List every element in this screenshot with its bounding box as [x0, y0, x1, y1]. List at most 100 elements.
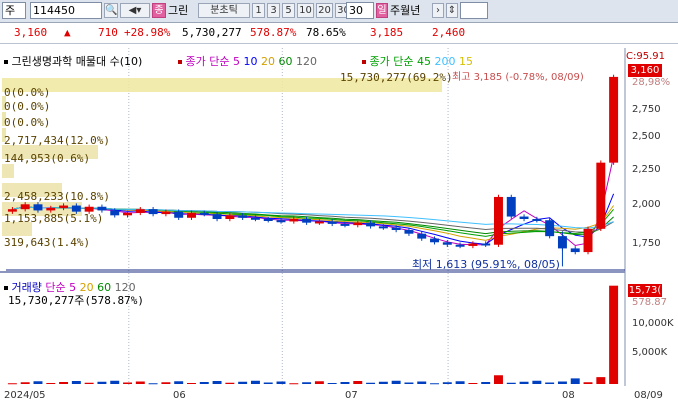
candle-body — [468, 243, 478, 246]
period-day-tag[interactable]: 일 — [376, 3, 388, 18]
volume-pct: 578.87% — [250, 26, 297, 39]
candle-body — [71, 205, 81, 212]
date-tick: 06 — [173, 390, 186, 401]
chart-toolbar: 주 114450 🔍 ◀▾ 종 그린 분초틱 1 3 5 10 20 30 30… — [0, 0, 678, 23]
candle-body — [20, 204, 30, 210]
profile-bar — [2, 164, 14, 178]
candle-body — [532, 219, 542, 221]
profile-label: 2,458,233(10.8%) — [4, 190, 110, 203]
period-options[interactable]: 주월년 — [390, 3, 420, 18]
volume-bar — [289, 383, 299, 385]
volume-bar — [97, 381, 107, 384]
volume-bar — [596, 377, 606, 384]
volume-bar — [46, 383, 56, 384]
date-tick: 2024/05 — [4, 390, 46, 401]
candle-body — [417, 233, 427, 239]
volume-bar — [391, 380, 401, 384]
speaker-icon[interactable]: ◀▾ — [120, 3, 150, 18]
price-tick: 2,750 — [632, 104, 661, 115]
interval-1[interactable]: 1 — [252, 3, 265, 18]
candle-body — [289, 219, 299, 222]
candle-body — [481, 243, 491, 246]
candle-body — [545, 220, 555, 237]
volume-bar — [519, 381, 529, 384]
turnover-pct: 78.65% — [306, 26, 346, 39]
volume-bar — [468, 383, 478, 384]
price-top-tick: 28,98% — [632, 77, 671, 88]
profile-label: 1,153,885(5.1%) — [4, 212, 104, 225]
legend-marker-icon — [4, 286, 8, 290]
candle-body — [404, 230, 414, 234]
interval-menu[interactable]: 분초틱 — [198, 3, 250, 18]
chevron-right-icon[interactable]: › — [432, 3, 444, 18]
candle-body — [187, 212, 196, 218]
interval-20[interactable]: 20 — [316, 3, 333, 18]
profile-label: 144,953(0.6%) — [4, 152, 91, 165]
count-input[interactable] — [460, 2, 488, 19]
profile-label: 0(0.0%) — [4, 100, 51, 113]
updown-arrow-icon[interactable]: ⇕ — [446, 3, 458, 18]
candle-body — [135, 209, 145, 213]
volume-bar — [314, 381, 324, 384]
price-change: 710 — [98, 26, 118, 39]
volume-bar — [378, 381, 388, 384]
candle-body — [327, 221, 337, 224]
volume-bar — [570, 378, 580, 384]
profile-label: 319,643(1.4%) — [4, 236, 91, 249]
candle-body — [366, 222, 376, 227]
volume-bar — [84, 382, 94, 384]
candle-body — [33, 204, 43, 211]
candle-body — [494, 196, 503, 245]
search-icon[interactable]: 🔍 — [104, 3, 118, 18]
profile-label: 0(0.0%) — [4, 86, 51, 99]
volume-bar — [199, 382, 209, 384]
code-input[interactable]: 114450 — [30, 2, 102, 19]
candle-body — [148, 209, 158, 215]
volume-bar — [238, 381, 248, 384]
volume-bar — [327, 383, 337, 384]
volume-bar — [353, 381, 363, 384]
price-change-pct: +28.98% — [124, 26, 171, 39]
candle-body — [110, 210, 120, 216]
volume-bar — [212, 381, 222, 384]
volume-bar — [455, 381, 465, 384]
volume-bar — [148, 383, 158, 385]
interval-3[interactable]: 3 — [267, 3, 280, 18]
volume-bar — [366, 382, 376, 384]
candle-body — [250, 217, 260, 220]
interval-10[interactable]: 10 — [297, 3, 314, 18]
volume-bar — [532, 380, 542, 384]
candle-body — [340, 223, 350, 226]
candle-body — [378, 226, 388, 229]
high-annotation: 최고 3,185 (-0.78%, 08/09) — [452, 72, 584, 83]
code-value: 114450 — [33, 4, 75, 17]
candle-body — [276, 220, 286, 223]
volume-bar — [71, 381, 81, 384]
volume-value: 5,730,277 — [182, 26, 242, 39]
volume-bar — [417, 381, 427, 384]
stock-name: 그린 — [168, 4, 189, 17]
candle-body — [238, 215, 248, 218]
volume-bar — [110, 380, 120, 384]
volume-tick: 5,000K — [632, 347, 668, 358]
high-price: 3,185 — [370, 26, 404, 39]
candle-body — [263, 219, 273, 221]
volume-bar — [123, 382, 132, 384]
profile-label: 0(0.0%) — [4, 116, 51, 129]
price-tick: 2,250 — [632, 164, 661, 175]
market-select[interactable]: 주 — [2, 2, 26, 19]
volume-value-label: 15,730,277주(578.87%) — [8, 294, 144, 307]
interval-5[interactable]: 5 — [282, 3, 295, 18]
name-tag: 종 — [152, 3, 166, 18]
price-tick: 2,000 — [632, 199, 661, 210]
volume-bar — [135, 381, 145, 384]
volume-bar — [33, 381, 43, 384]
interval-select[interactable]: 30 — [346, 2, 374, 19]
price-tick: 1,750 — [632, 238, 661, 249]
volume-bar — [557, 381, 567, 384]
candle-body — [302, 219, 312, 223]
volume-pct-tick: 578.87 — [632, 297, 667, 308]
candle-body — [455, 244, 465, 247]
volume-bar — [404, 382, 414, 384]
up-arrow-icon: ▲ — [64, 26, 71, 39]
